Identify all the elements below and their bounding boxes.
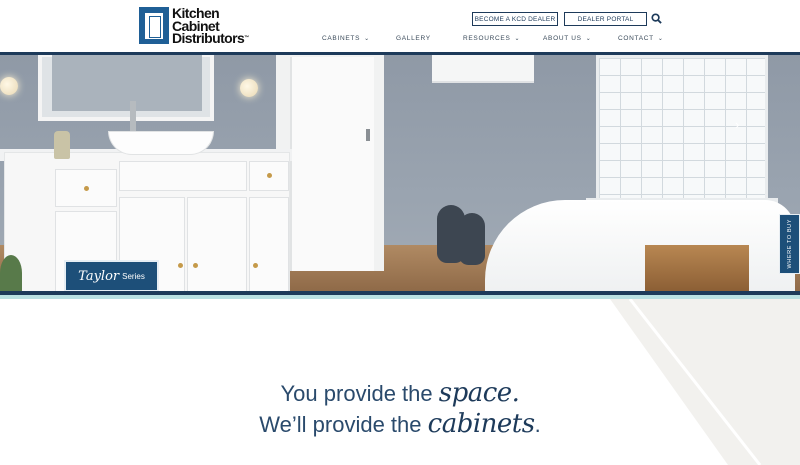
hero-vessel-sink bbox=[108, 131, 214, 155]
where-to-buy-tab[interactable]: WHERE TO BUY bbox=[779, 214, 800, 274]
dealer-portal-button[interactable]: DEALER PORTAL bbox=[564, 12, 647, 26]
tagline-line2-period: . bbox=[534, 412, 541, 437]
chevron-down-icon: ⌄ bbox=[514, 36, 521, 42]
series-badge[interactable]: Taylor Series bbox=[64, 260, 159, 291]
nav-label-about-us: ABOUT US bbox=[543, 35, 582, 42]
tagline-line1-script: space. bbox=[438, 378, 520, 408]
nav-item-about-us[interactable]: ABOUT US ⌄ bbox=[543, 35, 591, 42]
nav-item-contact[interactable]: CONTACT ⌄ bbox=[618, 35, 664, 42]
nav-label-resources: RESOURCES bbox=[463, 35, 511, 42]
nav-item-gallery[interactable]: GALLERY bbox=[396, 35, 431, 42]
tagline-line2-text: We’ll provide the bbox=[259, 412, 422, 437]
nav-label-cabinets: CABINETS bbox=[322, 35, 361, 42]
become-dealer-button[interactable]: BECOME A KCD DEALER bbox=[472, 12, 558, 26]
nav-label-contact: CONTACT bbox=[618, 35, 654, 42]
hero-wall-cabinet bbox=[432, 55, 534, 83]
site-header: Kitchen Cabinet Distributors™ BECOME A K… bbox=[0, 0, 800, 52]
hero-door bbox=[290, 57, 374, 271]
chevron-down-icon: ⌄ bbox=[657, 36, 664, 42]
tagline-line1-text: You provide the bbox=[280, 381, 433, 406]
tagline-line-2: We’ll provide the cabinets. bbox=[200, 409, 600, 440]
chevron-right-icon[interactable]: › bbox=[735, 118, 744, 131]
hero-plant bbox=[0, 255, 22, 291]
main-nav: CABINETS ⌄ GALLERY RESOURCES ⌄ ABOUT US … bbox=[0, 35, 800, 45]
hero-faucet bbox=[130, 101, 136, 131]
where-to-buy-label: WHERE TO BUY bbox=[786, 219, 793, 269]
tagline: You provide the space. We’ll provide the… bbox=[200, 378, 600, 440]
hero-slider[interactable]: Taylor Series › bbox=[0, 55, 800, 291]
nav-item-resources[interactable]: RESOURCES ⌄ bbox=[463, 35, 520, 42]
hero-door-handle bbox=[366, 129, 370, 141]
decorative-diagonal-shape bbox=[610, 299, 800, 465]
tagline-line-1: You provide the space. bbox=[200, 378, 600, 409]
series-suffix: Series bbox=[122, 271, 145, 281]
series-name: Taylor bbox=[78, 268, 120, 284]
hero-mirror-reflection bbox=[52, 55, 202, 111]
hero-wood-stool bbox=[645, 245, 749, 291]
hero-vase bbox=[459, 213, 485, 265]
chevron-down-icon: ⌄ bbox=[364, 36, 370, 42]
hero-wall-light bbox=[0, 77, 18, 95]
hero-soap-bottle bbox=[54, 131, 70, 159]
search-icon[interactable] bbox=[651, 13, 662, 24]
hero-wall-light bbox=[240, 79, 258, 97]
nav-item-cabinets[interactable]: CABINETS ⌄ bbox=[322, 35, 370, 42]
tagline-line2-script: cabinets bbox=[427, 409, 535, 439]
chevron-down-icon: ⌄ bbox=[585, 36, 592, 42]
nav-label-gallery: GALLERY bbox=[396, 35, 431, 42]
